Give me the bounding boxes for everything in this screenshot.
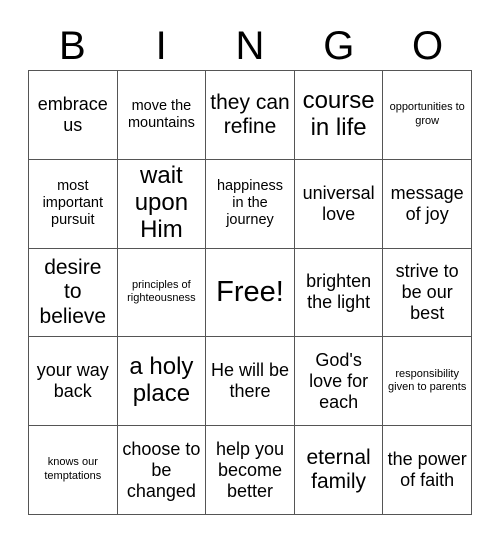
bingo-cell[interactable]: universal love bbox=[294, 159, 384, 249]
bingo-header-letter-i: I bbox=[155, 24, 167, 68]
bingo-header-letter-o: O bbox=[412, 24, 444, 68]
bingo-cell-label: most important pursuit bbox=[42, 177, 104, 229]
bingo-cell[interactable]: they can refine bbox=[206, 71, 295, 160]
bingo-header: B I N G O bbox=[28, 22, 472, 70]
bingo-cell-label: they can refine bbox=[210, 90, 290, 138]
bingo-cell-label: desire to believe bbox=[39, 256, 107, 328]
bingo-cell-label: happiness in the journey bbox=[216, 177, 284, 229]
bingo-cell[interactable]: opportunities to grow bbox=[383, 71, 472, 160]
bingo-cell[interactable]: wait upon Him bbox=[117, 159, 207, 249]
bingo-cell-label: strive to be our best bbox=[395, 260, 459, 324]
bingo-cell[interactable]: God's love for each bbox=[294, 337, 384, 427]
bingo-cell-label: wait upon Him bbox=[134, 162, 189, 244]
bingo-card: B I N G O embrace us move the mountains … bbox=[0, 0, 500, 544]
bingo-header-letter-g: G bbox=[323, 24, 355, 68]
bingo-cell[interactable]: eternal family bbox=[294, 426, 384, 515]
bingo-cell[interactable]: principles of righteousness bbox=[117, 248, 207, 338]
bingo-cell[interactable]: your way back bbox=[29, 337, 118, 427]
bingo-cell-label: knows our temptations bbox=[44, 456, 102, 483]
bingo-cell-label: your way back bbox=[36, 360, 109, 402]
bingo-cell[interactable]: the power of faith bbox=[383, 426, 472, 515]
bingo-cell[interactable]: knows our temptations bbox=[29, 426, 118, 515]
bingo-cell-label: universal love bbox=[302, 182, 375, 224]
bingo-cell[interactable]: choose to be changed bbox=[117, 426, 207, 515]
bingo-cell[interactable]: He will be there bbox=[206, 337, 295, 427]
bingo-header-letter-b: B bbox=[59, 24, 86, 68]
bingo-cell[interactable]: desire to believe bbox=[29, 248, 118, 338]
bingo-header-letter-n: N bbox=[235, 24, 265, 68]
bingo-cell[interactable]: course in life bbox=[294, 71, 384, 160]
bingo-cell[interactable]: strive to be our best bbox=[383, 248, 472, 338]
bingo-cell[interactable]: most important pursuit bbox=[29, 159, 118, 249]
bingo-cell[interactable]: move the mountains bbox=[117, 71, 207, 160]
bingo-free-space[interactable]: Free! bbox=[206, 248, 295, 338]
bingo-cell[interactable]: help you become better bbox=[206, 426, 295, 515]
bingo-cell[interactable]: happiness in the journey bbox=[206, 159, 295, 249]
bingo-grid: embrace us move the mountains they can r… bbox=[28, 70, 472, 515]
bingo-cell[interactable]: responsibility given to parents bbox=[383, 337, 472, 427]
bingo-cell-label: responsibility given to parents bbox=[388, 367, 467, 394]
bingo-cell-label: He will be there bbox=[210, 360, 289, 402]
bingo-free-space-label: Free! bbox=[216, 275, 284, 308]
bingo-cell-label: opportunities to grow bbox=[389, 101, 465, 127]
bingo-cell-label: a holy place bbox=[129, 353, 194, 408]
bingo-cell-label: help you become better bbox=[215, 438, 285, 501]
bingo-cell-label: course in life bbox=[302, 87, 375, 141]
bingo-cell-label: embrace us bbox=[37, 93, 108, 135]
bingo-cell[interactable]: message of joy bbox=[383, 159, 472, 249]
bingo-cell-label: the power of faith bbox=[387, 449, 467, 491]
bingo-cell-label: principles of righteousness bbox=[127, 278, 196, 305]
bingo-cell-label: God's love for each bbox=[309, 349, 369, 412]
bingo-cell[interactable]: brighten the light bbox=[294, 248, 384, 338]
bingo-cell-label: brighten the light bbox=[306, 271, 372, 313]
bingo-cell-label: eternal family bbox=[306, 445, 371, 494]
bingo-cell-label: move the mountains bbox=[127, 97, 195, 131]
bingo-cell-label: message of joy bbox=[390, 182, 464, 224]
bingo-cell[interactable]: embrace us bbox=[29, 71, 118, 160]
bingo-cell-label: choose to be changed bbox=[122, 438, 201, 501]
bingo-cell[interactable]: a holy place bbox=[117, 337, 207, 427]
